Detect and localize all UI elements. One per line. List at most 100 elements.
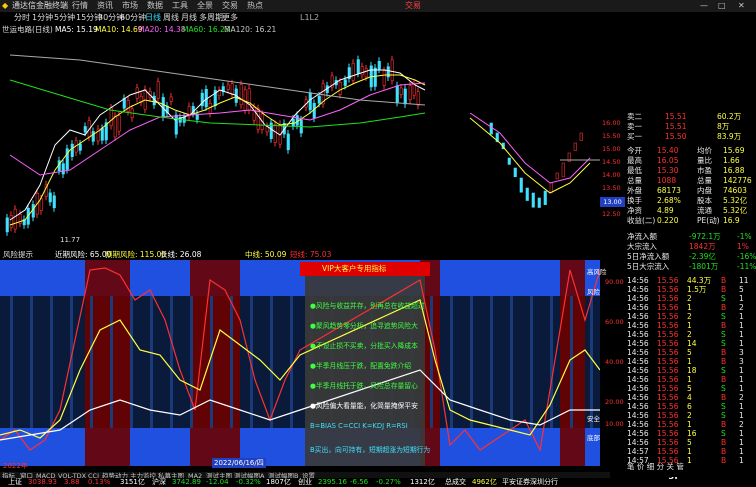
mini-candles-group xyxy=(489,122,583,208)
flow-label: 5日大宗流入 xyxy=(627,262,670,271)
tick-price: 15.56 xyxy=(657,294,679,303)
menu-item-news[interactable]: 资讯 xyxy=(97,0,113,12)
risk-indicator-chart[interactable]: ★★ ★★ xyxy=(0,260,600,472)
candle-body xyxy=(395,85,399,103)
summary-value: 16.9 xyxy=(723,216,740,225)
bg-bar xyxy=(510,296,513,428)
tick-row[interactable]: 14:56 15.56 18 S 1 xyxy=(625,366,756,375)
flow-label: 5日净流入额 xyxy=(627,252,670,261)
period-multi[interactable]: 多周期 xyxy=(199,12,223,24)
tick-row[interactable]: 14:56 15.56 1 B 2 xyxy=(625,420,756,429)
tick-count: 1 xyxy=(739,375,744,384)
bottom-note: B买出，向可持有，短期超涨为短期行为 xyxy=(310,446,431,454)
tick-row[interactable]: 14:56 15.56 1 B 2 xyxy=(625,303,756,312)
summary-value: 5.32亿 xyxy=(723,196,748,205)
period-1min[interactable]: 1分钟 xyxy=(32,12,53,24)
candlestick-chart[interactable]: 11.77 xyxy=(0,35,430,250)
summary-label: 市盈 xyxy=(697,166,712,175)
period-more[interactable]: 更多 xyxy=(222,12,238,24)
tick-row[interactable]: 14:56 15.56 5 B 3 xyxy=(625,348,756,357)
right-bottom-tabs[interactable]: 笔 价 细 分 关 管 xyxy=(625,462,756,472)
ma120-label: MA120: 16.21 xyxy=(224,25,277,34)
quote-row: 买一 15.50 83.9万 xyxy=(625,132,756,142)
tick-row[interactable]: 14:56 15.56 1.5万 B 5 xyxy=(625,285,756,294)
candle-body xyxy=(408,85,412,101)
tick-row[interactable]: 14:56 15.56 14 S 1 xyxy=(625,339,756,348)
tick-row[interactable]: 14:56 15.56 16 S 1 xyxy=(625,429,756,438)
tick-side: B xyxy=(721,375,727,384)
tick-side: S xyxy=(721,294,726,303)
candle-body xyxy=(100,128,104,141)
ma5-label: MA5: 15.19 xyxy=(55,25,98,34)
tick-row[interactable]: 14:56 15.56 2 S 1 xyxy=(625,312,756,321)
tick-vol: 2 xyxy=(687,294,692,303)
trade-title[interactable]: 交易 xyxy=(405,0,421,12)
tick-row[interactable]: 14:56 15.56 1 B 3 xyxy=(625,357,756,366)
ma60-line xyxy=(9,79,426,128)
menu-item-data[interactable]: 数据 xyxy=(147,0,163,12)
tick-row[interactable]: 14:56 15.56 5 B 1 xyxy=(625,438,756,447)
tick-row[interactable]: 14:56 15.56 4 B 2 xyxy=(625,393,756,402)
candle-body xyxy=(416,91,420,106)
mini-candle xyxy=(555,172,559,180)
l1l2-label[interactable]: L1L2 xyxy=(300,12,319,24)
period-daily[interactable]: 日线 xyxy=(145,12,161,24)
flow-value: -2.39亿 xyxy=(689,252,716,261)
tick-price: 15.56 xyxy=(657,339,679,348)
window-close-icon[interactable]: ✕ xyxy=(738,0,745,12)
tick-row[interactable]: 14:57 15.56 1 B 1 xyxy=(625,447,756,456)
tick-time: 14:56 xyxy=(627,312,649,321)
tick-row[interactable]: 14:56 15.56 2 S 1 xyxy=(625,294,756,303)
tick-row[interactable]: 14:56 15.56 2 S 1 xyxy=(625,330,756,339)
quote-row: 卖二 15.51 60.2万 xyxy=(625,112,756,122)
window-minimize-icon[interactable]: — xyxy=(700,0,708,12)
mini-ma-line-2 xyxy=(469,117,591,194)
window-maximize-icon[interactable]: □ xyxy=(718,0,726,12)
quote-price: 15.50 xyxy=(665,132,687,141)
date-cursor-label: 2022/06/16/四 xyxy=(212,458,266,468)
sh-label[interactable]: 上证 xyxy=(8,478,22,487)
menu-item-tools[interactable]: 工具 xyxy=(172,0,188,12)
candle-body xyxy=(382,70,386,86)
bg-bar xyxy=(490,296,493,428)
summary-value: 15.40 xyxy=(657,146,679,155)
summary-label: PE(动) xyxy=(697,216,720,225)
menu-item-trade[interactable]: 交易 xyxy=(222,0,238,12)
summary-label: 股本 xyxy=(697,196,712,205)
tick-count: 1 xyxy=(739,402,744,411)
bottom-tabs-label[interactable]: 笔 价 细 分 关 管 xyxy=(627,462,684,472)
sz-label[interactable]: 沪深 xyxy=(152,478,166,487)
tick-row[interactable]: 14:56 15.56 6 S 1 xyxy=(625,402,756,411)
tick-row[interactable]: 14:56 15.56 1 B 1 xyxy=(625,375,756,384)
menu-item-market[interactable]: 市场 xyxy=(122,0,138,12)
summary-value: 5.32亿 xyxy=(723,206,748,215)
bg-bar xyxy=(90,296,93,428)
summary-label: 最低 xyxy=(627,166,642,175)
cy-label[interactable]: 创业 xyxy=(298,478,312,487)
tick-count: 11 xyxy=(739,276,749,285)
menu-item-quotes[interactable]: 行情 xyxy=(72,0,88,12)
menu-item-hot[interactable]: 热点 xyxy=(247,0,263,12)
period-timeshare[interactable]: 分时 xyxy=(14,12,30,24)
tick-row[interactable]: 14:56 15.56 5 S 1 xyxy=(625,384,756,393)
summary-row: 总量 1088 总量 142776 xyxy=(625,176,756,186)
tick-row[interactable]: 14:56 15.56 44.3万 B 11 xyxy=(625,276,756,285)
param-long: 长线: 26.08 xyxy=(160,250,202,259)
tick-row[interactable]: 14:56 15.56 1 B 1 xyxy=(625,321,756,330)
period-5min[interactable]: 5分钟 xyxy=(54,12,75,24)
scale-high-risk: 高风险 xyxy=(587,268,607,276)
period-60min[interactable]: 60分钟 xyxy=(120,12,146,24)
tick-side: S xyxy=(721,402,726,411)
tick-count: 1 xyxy=(739,384,744,393)
summary-row: 最低 15.30 市盈 16.88 xyxy=(625,166,756,176)
flow-pct: -1% xyxy=(737,232,752,241)
candle-body xyxy=(91,131,95,142)
period-weekly[interactable]: 周线 xyxy=(163,12,179,24)
quote-label: 卖二 xyxy=(627,112,642,121)
menu-item-panorama[interactable]: 全景 xyxy=(197,0,213,12)
tick-count: 3 xyxy=(739,348,744,357)
mini-candle xyxy=(525,187,529,201)
tick-row[interactable]: 14:56 15.56 2 S 1 xyxy=(625,411,756,420)
candle-body xyxy=(351,62,355,81)
period-monthly[interactable]: 月线 xyxy=(181,12,197,24)
